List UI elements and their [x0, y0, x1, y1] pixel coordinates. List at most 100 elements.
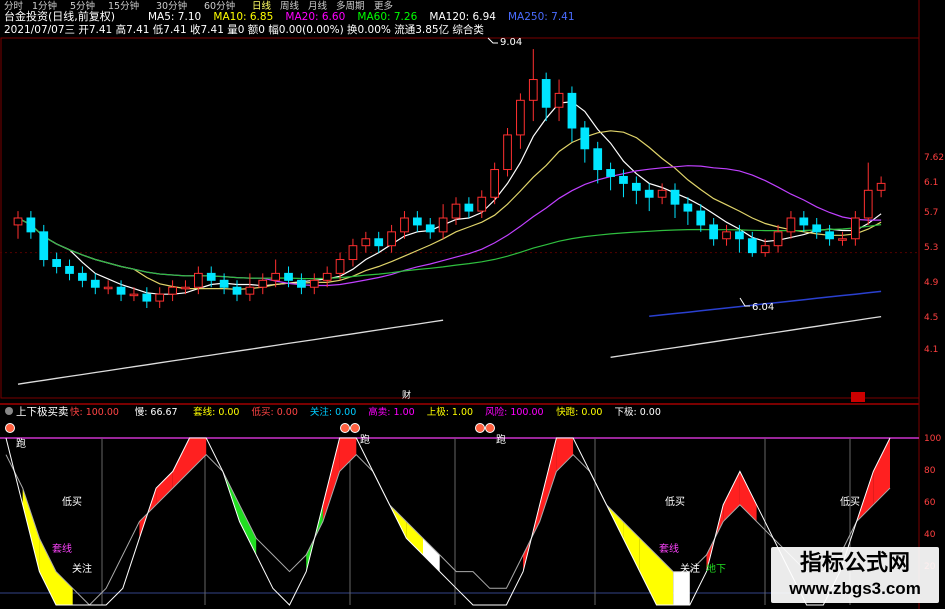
candle-body: [567, 92, 577, 129]
candle-body: [838, 238, 847, 241]
indicator-value: 高卖: 1.00: [368, 406, 414, 418]
candle-body: [786, 217, 796, 233]
signal-band: [189, 438, 207, 472]
candle-body: [477, 196, 487, 212]
candle-body: [26, 217, 36, 233]
candle-body: [425, 224, 435, 233]
indicator-tick-label: 80: [924, 466, 936, 476]
candle-body: [348, 245, 358, 261]
signal-band: [423, 538, 440, 572]
low-price-label: 6.04: [752, 302, 774, 313]
main-right-axis: 7.62 6.1 5.7 5.3 4.9 4.5 4.1: [924, 153, 944, 355]
indicator-tick-label: 40: [924, 530, 936, 540]
price-tick-label: 7.62: [924, 153, 944, 163]
candle-body: [412, 217, 422, 226]
candle-body: [168, 286, 177, 295]
stock-chart-canvas: 分时 1分钟 5分钟 15分钟 30分钟 60分钟 日线 周线 月线 多周期 更多 台金投资(日线,…: [0, 0, 944, 609]
ma-legend-item: MA120: 6.94: [429, 11, 496, 23]
candle-body: [503, 134, 512, 171]
signal-band: [739, 471, 757, 522]
ma20-line: [17, 165, 882, 287]
price-tick-label: 4.9: [924, 278, 939, 288]
candle-body: [129, 293, 139, 297]
candle-body: [142, 293, 152, 302]
fast-line: [5, 437, 891, 606]
candle-body: [245, 286, 255, 295]
price-tick-label: 4.5: [924, 313, 938, 323]
price-tick-label: 5.7: [924, 208, 938, 218]
candle-body: [670, 189, 680, 205]
main-chart-header: 台金投资(日线,前复权) MA5: 7.10 MA10: 6.85 MA20: 6.…: [4, 9, 575, 36]
indicator-value: 套线: 0.00: [193, 406, 239, 418]
candle-body: [116, 286, 126, 295]
candle-body: [65, 265, 74, 274]
candle-body: [52, 259, 62, 267]
candle-body: [490, 169, 500, 198]
slow-line: [5, 453, 891, 606]
signal-band: [339, 438, 357, 472]
indicator-annotation: 跑: [496, 433, 506, 446]
price-tick-label: 6.1: [924, 178, 938, 188]
candle-body: [271, 272, 281, 281]
candle-body: [374, 238, 384, 247]
candle-body: [722, 231, 731, 240]
signal-band: [406, 521, 423, 555]
ma5-line: [17, 101, 882, 295]
indicator-annotation: 低买: [665, 495, 685, 508]
signal-band: [172, 438, 190, 489]
candle-body: [90, 279, 100, 288]
signal-band: [639, 538, 657, 605]
indicator-annotation: 跑: [360, 433, 370, 446]
candle-body: [451, 203, 461, 219]
price-annotations: 9.04 6.04: [487, 37, 774, 313]
indicator-settings-icon[interactable]: [5, 407, 13, 415]
candle-body: [696, 210, 706, 226]
ma-legend-item: MA5: 7.10: [148, 11, 201, 23]
candle-body: [322, 272, 332, 281]
info-line: 2021/07/07三 开7.41 高7.41 低7.41 收7.41 量0 额…: [4, 23, 484, 36]
candle-body: [812, 224, 822, 233]
indicator-value: 关注: 0.00: [310, 406, 356, 418]
ma-legend-item: MA60: 7.26: [357, 11, 417, 23]
indicator-divider: [0, 403, 919, 405]
candle-body: [619, 175, 628, 184]
signal-band: [56, 571, 73, 605]
candle-body: [103, 286, 113, 290]
indicator-values: 快: 100.00 慢: 66.67 套线: 0.00 低买: 0.00 关注: 0.0…: [70, 406, 661, 418]
signal-dot-icon: [475, 423, 485, 433]
candle-body: [850, 217, 860, 240]
candle-body: [747, 238, 757, 254]
indicator-title: 上下极买卖: [16, 405, 69, 418]
candle-body: [438, 217, 448, 233]
indicator-annotation: 低买: [840, 495, 860, 508]
candle-body: [78, 272, 87, 281]
price-tick-label: 4.1: [924, 345, 938, 355]
candle-body: [258, 279, 268, 288]
candle-body: [644, 189, 654, 198]
indicator-annotation: 地下: [706, 562, 726, 575]
ma120-line: [17, 319, 444, 385]
candle-body: [760, 245, 770, 254]
candle-body: [219, 279, 229, 288]
indicator-value: 低买: 0.00: [252, 406, 298, 418]
candle-body: [232, 286, 242, 295]
candle-body: [554, 92, 564, 108]
indicator-value: 慢: 66.67: [135, 406, 178, 418]
signal-band: [239, 504, 257, 555]
indicator-value: 快跑: 0.00: [556, 406, 602, 418]
candle-body: [773, 231, 783, 247]
indicator-tick-label: 100: [924, 434, 941, 444]
ma120-line: [610, 315, 882, 358]
signal-dot-icon: [340, 423, 350, 433]
zoom-tab[interactable]: [851, 392, 865, 402]
candle-body: [606, 169, 615, 177]
candle-body: [155, 293, 165, 302]
ma-legend-item: MA10: 6.85: [213, 11, 273, 23]
signal-band: [873, 438, 890, 505]
signal-band: [156, 471, 173, 505]
signal-dot-icon: [485, 423, 495, 433]
signal-band: [556, 438, 574, 472]
candlestick-series: [13, 49, 886, 308]
signal-band: [723, 471, 740, 522]
candle-body: [541, 79, 551, 108]
